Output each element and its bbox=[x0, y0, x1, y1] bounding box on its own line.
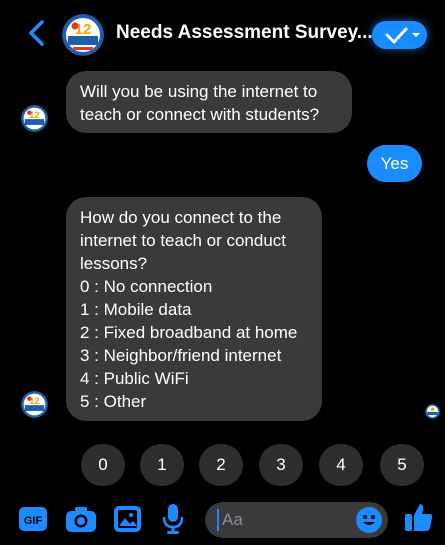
sender-avatar: 12 bbox=[21, 391, 48, 418]
gif-icon[interactable]: GIF bbox=[19, 507, 47, 531]
message-line: Will you be using the internet to bbox=[80, 82, 318, 101]
emoji-icon[interactable] bbox=[356, 507, 382, 533]
page-avatar[interactable]: 12 bbox=[62, 14, 104, 56]
message-line: teach or connect with students? bbox=[80, 105, 320, 124]
message-input-placeholder: Aa bbox=[222, 510, 243, 529]
quick-reply-3[interactable]: 3 bbox=[259, 444, 303, 486]
quick-reply-4[interactable]: 4 bbox=[319, 444, 363, 486]
sender-avatar: 12 bbox=[21, 105, 48, 132]
microphone-icon[interactable] bbox=[162, 504, 184, 534]
bot-message-bubble: Will you be using the internet to teach … bbox=[66, 71, 352, 133]
conversation-header: 12 Needs Assessment Survey... bbox=[0, 0, 445, 68]
message-line: 1 : Mobile data bbox=[80, 300, 192, 319]
message-line: How do you connect to the bbox=[80, 208, 282, 227]
quick-reply-5[interactable]: 5 bbox=[380, 444, 424, 486]
message-line: lessons? bbox=[80, 254, 148, 273]
back-arrow-icon[interactable] bbox=[26, 18, 48, 48]
thumbs-up-icon[interactable] bbox=[405, 502, 433, 532]
message-line: 4 : Public WiFi bbox=[80, 369, 189, 388]
camera-icon[interactable] bbox=[66, 506, 96, 532]
message-input[interactable]: Aa bbox=[205, 502, 388, 538]
message-line: 0 : No connection bbox=[80, 277, 213, 296]
message-line: 2 : Fixed broadband at home bbox=[80, 323, 298, 342]
conversation-title[interactable]: Needs Assessment Survey... bbox=[116, 22, 373, 44]
photo-icon[interactable] bbox=[114, 506, 141, 532]
message-line: internet to teach or conduct bbox=[80, 231, 287, 250]
quick-reply-2[interactable]: 2 bbox=[199, 444, 243, 486]
message-line: 3 : Neighbor/friend internet bbox=[80, 346, 282, 365]
message-line: 5 : Other bbox=[80, 392, 147, 411]
text-cursor bbox=[217, 509, 219, 531]
bot-message-bubble: How do you connect to the internet to te… bbox=[66, 197, 322, 421]
quick-reply-1[interactable]: 1 bbox=[140, 444, 184, 486]
read-receipt-avatar bbox=[425, 404, 440, 419]
subscribe-check-button[interactable] bbox=[372, 21, 427, 49]
user-message-bubble: Yes bbox=[367, 145, 422, 182]
quick-reply-0[interactable]: 0 bbox=[81, 444, 125, 486]
gif-icon-label: GIF bbox=[24, 515, 43, 527]
